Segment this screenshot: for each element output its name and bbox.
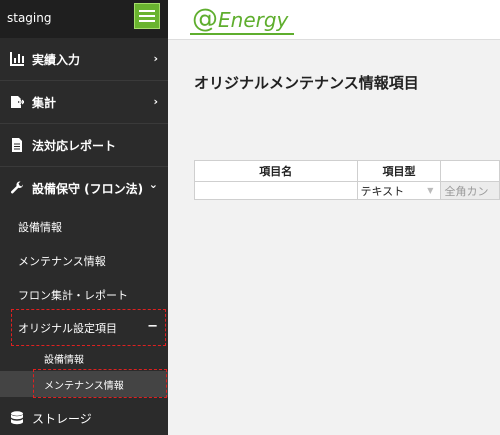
database-icon xyxy=(10,411,24,425)
chevron-down-icon: ⌄ xyxy=(148,178,158,191)
sidebar-item-label: ストレージ xyxy=(32,411,92,426)
chevron-right-icon: › xyxy=(153,95,158,108)
wrench-icon xyxy=(10,181,24,195)
sidebar-subitem-label: メンテナンス情報 xyxy=(18,255,106,268)
column-header-option xyxy=(440,160,500,182)
sidebar: staging 実績入力 › 集計 › 法対応レポート 設備保守 (フロン法) … xyxy=(0,0,168,435)
hamburger-icon-line xyxy=(139,10,155,12)
sidebar-item-label: 実績入力 xyxy=(32,52,81,67)
sidebar-subitem-freon-report[interactable]: フロン集計・レポート xyxy=(0,278,168,312)
sidebar-item-storage[interactable]: ストレージ xyxy=(0,400,168,435)
sidebar-item-legal-report[interactable]: 法対応レポート xyxy=(0,124,168,166)
item-type-select[interactable]: テキスト ▼ xyxy=(356,181,442,200)
hamburger-icon-line xyxy=(139,15,155,17)
sidebar-subitem-maintenance-info[interactable]: メンテナンス情報 xyxy=(0,244,168,278)
dropdown-caret-icon: ▼ xyxy=(427,186,434,195)
highlight-box xyxy=(33,369,167,398)
sidebar-item-label: 法対応レポート xyxy=(32,138,117,153)
chevron-right-icon: › xyxy=(153,52,158,65)
sidebar-item-label: 設備保守 (フロン法) xyxy=(32,181,144,196)
page-title: オリジナルメンテナンス情報項目 xyxy=(194,74,419,92)
file-export-icon xyxy=(10,95,26,109)
option-select[interactable]: 全角カン xyxy=(440,181,500,200)
logo-underline xyxy=(190,33,294,35)
items-table: 項目名 項目型 テキスト ▼ 全角カン xyxy=(194,160,500,200)
sidebar-top-bar: staging xyxy=(0,0,168,38)
brand-logo[interactable]: @Energy xyxy=(192,4,288,34)
hamburger-icon-line xyxy=(139,20,155,22)
logo-word: Energy xyxy=(218,8,289,32)
column-header-item-type: 項目型 xyxy=(356,160,442,182)
highlight-box xyxy=(11,309,166,346)
bar-chart-icon xyxy=(10,52,24,66)
sidebar-subitem-label: フロン集計・レポート xyxy=(18,289,128,302)
logo-at-symbol: @ xyxy=(192,4,218,34)
environment-label: staging xyxy=(7,11,52,25)
document-icon xyxy=(10,138,24,152)
menu-toggle-button[interactable] xyxy=(134,3,160,29)
sidebar-subsubitem-label: 設備情報 xyxy=(44,354,84,366)
table-row: テキスト ▼ 全角カン xyxy=(194,181,500,200)
column-header-item-name: 項目名 xyxy=(194,160,358,182)
item-type-value: テキスト xyxy=(360,184,405,198)
sidebar-item-aggregate[interactable]: 集計 › xyxy=(0,81,168,123)
sidebar-subitem-equipment-info[interactable]: 設備情報 xyxy=(0,210,168,244)
sidebar-subitem-label: 設備情報 xyxy=(18,221,62,234)
main-content: オリジナルメンテナンス情報項目 項目名 項目型 テキスト ▼ 全角カン xyxy=(168,41,500,435)
sidebar-subsubitem-equipment-info[interactable]: 設備情報 xyxy=(0,345,168,371)
sidebar-item-equipment-maintenance[interactable]: 設備保守 (フロン法) ⌄ xyxy=(0,167,168,209)
top-header: @Energy xyxy=(168,0,500,40)
item-name-input[interactable] xyxy=(194,181,358,200)
sidebar-item-label: 集計 xyxy=(32,95,57,110)
sidebar-item-results-input[interactable]: 実績入力 › xyxy=(0,38,168,80)
